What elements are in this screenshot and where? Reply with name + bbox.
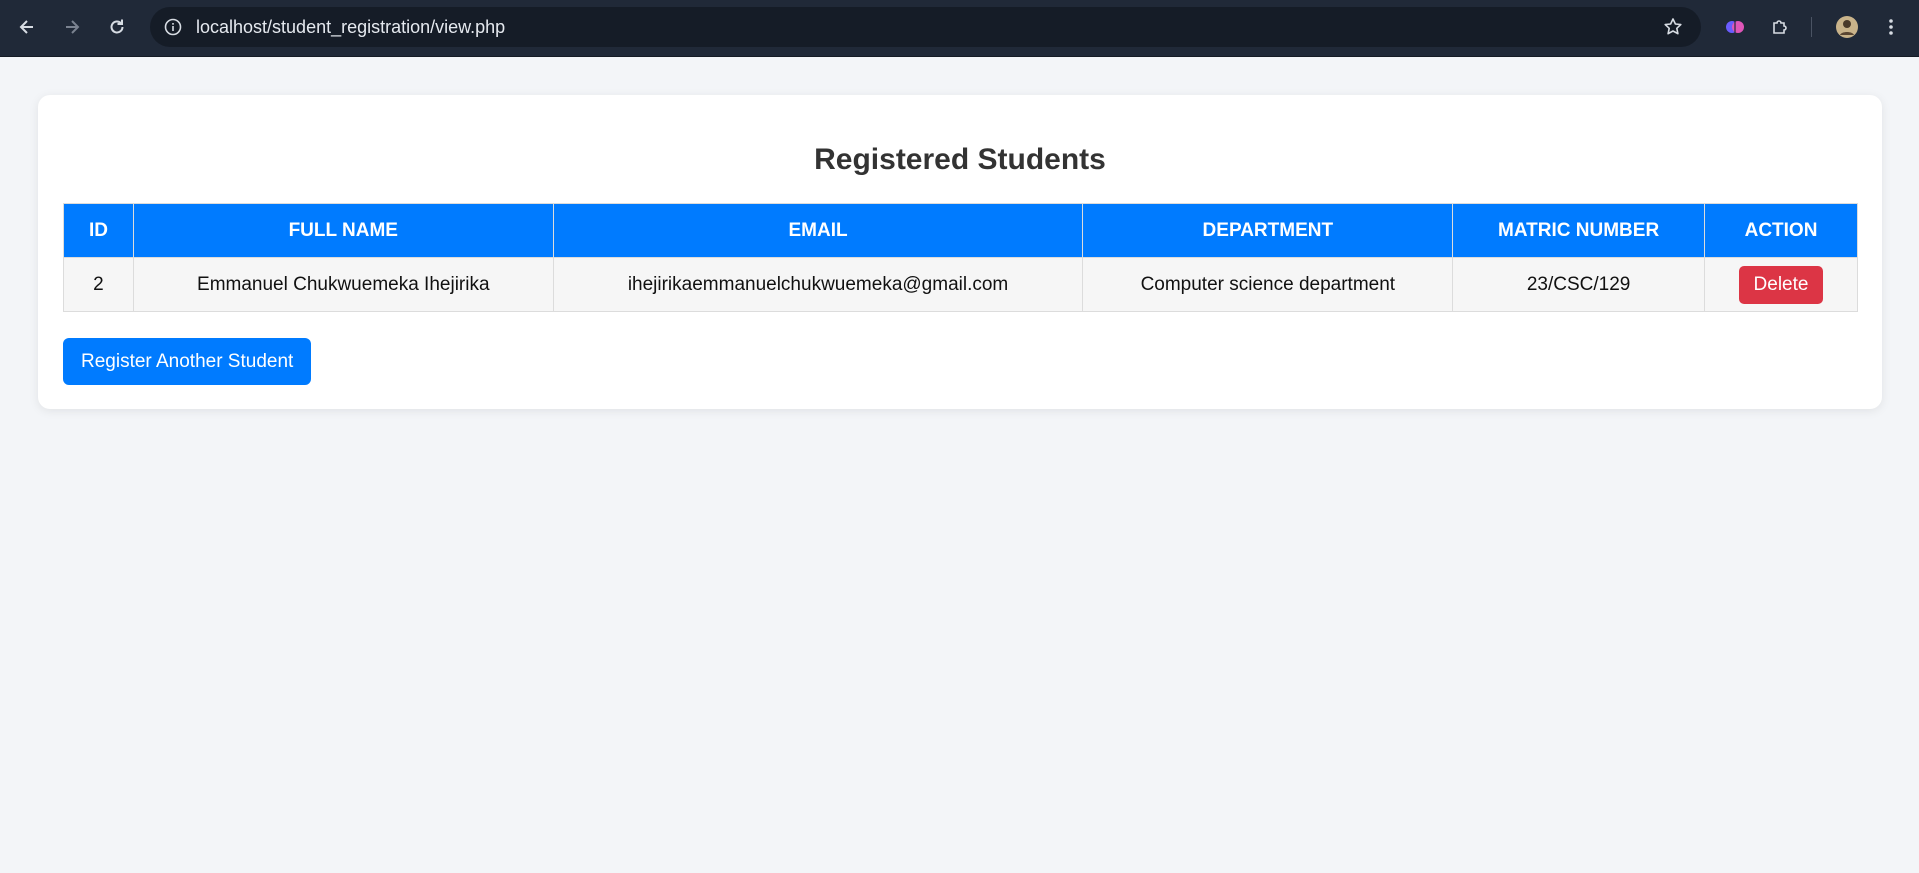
cell-matric-number: 23/CSC/129 xyxy=(1452,257,1706,312)
cell-full-name: Emmanuel Chukwuemeka Ihejirika xyxy=(132,257,554,312)
toolbar-separator xyxy=(1811,17,1812,37)
page-title: Registered Students xyxy=(814,143,1106,176)
address-bar[interactable]: localhost/student_registration/view.php xyxy=(150,7,1701,47)
register-another-student-button[interactable]: Register Another Student xyxy=(63,338,312,385)
profile-avatar[interactable] xyxy=(1834,14,1860,40)
back-arrow-icon[interactable] xyxy=(14,14,40,40)
delete-button[interactable]: Delete xyxy=(1738,265,1824,304)
menu-kebab-icon[interactable] xyxy=(1878,14,1904,40)
students-table: ID FULL NAME EMAIL DEPARTMENT MATRIC NUM… xyxy=(63,203,1858,312)
site-info-icon[interactable] xyxy=(161,15,185,39)
cell-action: Delete xyxy=(1704,257,1858,312)
header-full-name: FULL NAME xyxy=(132,203,554,258)
header-email: EMAIL xyxy=(552,203,1084,258)
students-card: Registered Students ID FULL NAME EMAIL D… xyxy=(38,95,1882,409)
cell-id: 2 xyxy=(63,257,134,312)
brain-extension-icon[interactable] xyxy=(1722,14,1748,40)
table-header-row: ID FULL NAME EMAIL DEPARTMENT MATRIC NUM… xyxy=(63,203,1858,258)
header-matric-number: MATRIC NUMBER xyxy=(1452,203,1706,258)
header-action: ACTION xyxy=(1704,203,1858,258)
browser-toolbar: localhost/student_registration/view.php xyxy=(0,0,1919,57)
bookmark-star-icon[interactable] xyxy=(1661,15,1685,39)
header-id: ID xyxy=(63,203,134,258)
reload-icon[interactable] xyxy=(104,14,130,40)
forward-arrow-icon[interactable] xyxy=(59,14,85,40)
extensions-puzzle-icon[interactable] xyxy=(1767,14,1793,40)
cell-email: ihejirikaemmanuelchukwuemeka@gmail.com xyxy=(552,257,1084,312)
cell-department: Computer science department xyxy=(1082,257,1454,312)
table-row: 2 Emmanuel Chukwuemeka Ihejirika ihejiri… xyxy=(63,257,1858,312)
header-department: DEPARTMENT xyxy=(1082,203,1454,258)
url-text[interactable]: localhost/student_registration/view.php xyxy=(196,17,505,38)
